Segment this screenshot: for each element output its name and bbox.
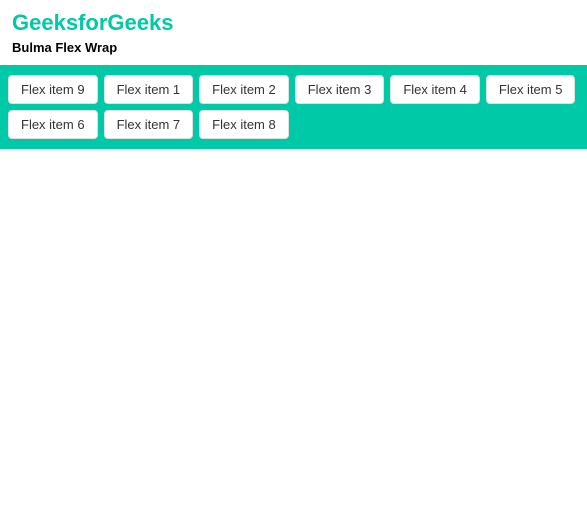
flex-item: Flex item 7: [104, 110, 194, 139]
flex-item: Flex item 1: [104, 75, 194, 104]
flex-item: Flex item 4: [390, 75, 480, 104]
flex-item: Flex item 2: [199, 75, 289, 104]
flex-container: Flex item 9Flex item 1Flex item 2Flex it…: [0, 65, 587, 149]
flex-item: Flex item 5: [486, 75, 576, 104]
page-subtitle: Bulma Flex Wrap: [0, 40, 587, 65]
flex-item: Flex item 8: [199, 110, 289, 139]
flex-item: Flex item 3: [295, 75, 385, 104]
page-title: GeeksforGeeks: [0, 0, 587, 40]
flex-item: Flex item 9: [8, 75, 98, 104]
flex-item: Flex item 6: [8, 110, 98, 139]
